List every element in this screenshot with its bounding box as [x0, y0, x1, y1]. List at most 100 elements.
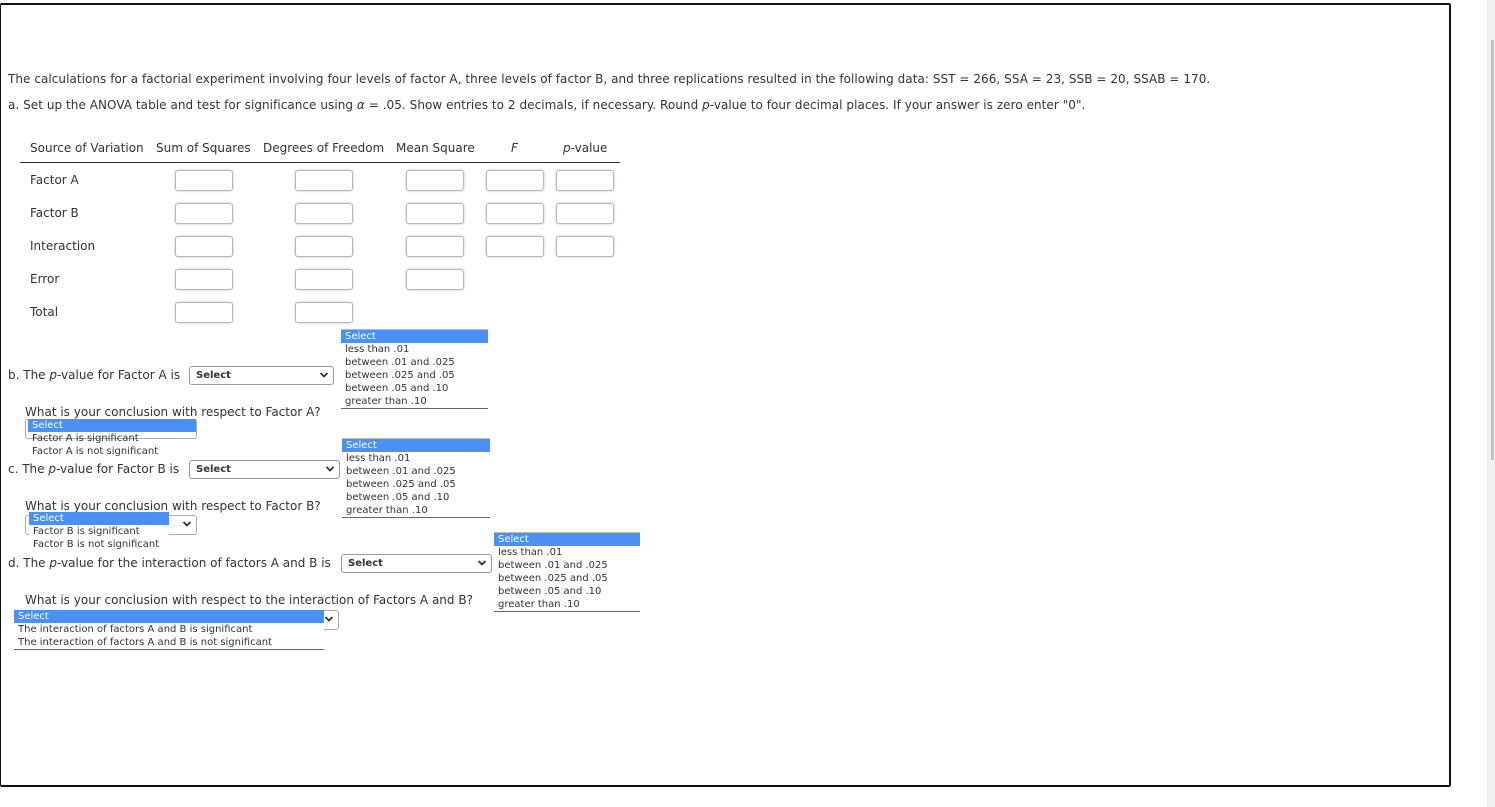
option-025-05[interactable]: between .025 and .05	[342, 478, 490, 491]
option-025-05[interactable]: between .025 and .05	[494, 572, 640, 585]
p-value-suffix: -value	[570, 141, 608, 155]
alpha-symbol: α	[356, 98, 365, 112]
option-01-025[interactable]: between .01 and .025	[342, 465, 490, 478]
part-b-pvalue-select[interactable]: Select	[189, 366, 334, 385]
part-b-conclusion-question: What is your conclusion with respect to …	[25, 405, 321, 419]
interaction-p-input[interactable]	[556, 236, 614, 257]
option-greater-than-10[interactable]: greater than .10	[494, 598, 640, 611]
total-df-input[interactable]	[295, 302, 353, 323]
part-c-pvalue-options: Select less than .01 between .01 and .02…	[342, 438, 490, 518]
option-interaction-not-significant[interactable]: The interaction of factors A and B is no…	[14, 636, 324, 649]
option-greater-than-10[interactable]: greater than .10	[341, 395, 488, 408]
part-b-question: b. The p-value for Factor A is	[8, 368, 180, 382]
row-label-error: Error	[30, 272, 60, 286]
header-source: Source of Variation	[30, 141, 144, 155]
p-symbol: p	[563, 141, 571, 155]
total-ss-input[interactable]	[175, 302, 233, 323]
error-ss-input[interactable]	[175, 269, 233, 290]
factor-a-ms-input[interactable]	[406, 170, 464, 191]
option-select[interactable]: Select	[341, 330, 488, 343]
option-less-than-01[interactable]: less than .01	[341, 343, 488, 356]
option-less-than-01[interactable]: less than .01	[342, 452, 490, 465]
factor-a-p-input[interactable]	[556, 170, 614, 191]
option-05-10[interactable]: between .05 and .10	[494, 585, 640, 598]
interaction-ss-input[interactable]	[175, 236, 233, 257]
part-d-conclusion-options: Select The interaction of factors A and …	[14, 610, 324, 650]
factor-b-ss-input[interactable]	[175, 203, 233, 224]
factor-a-ss-input[interactable]	[175, 170, 233, 191]
part-c-conclusion-question: What is your conclusion with respect to …	[25, 499, 321, 513]
option-interaction-significant[interactable]: The interaction of factors A and B is si…	[14, 623, 324, 636]
header-f: F	[511, 141, 518, 155]
row-label-total: Total	[30, 305, 59, 319]
chevron-down-icon	[182, 521, 192, 527]
part-c-suffix: -value for Factor B is	[55, 462, 180, 476]
question-frame	[0, 3, 1451, 787]
error-ms-input[interactable]	[406, 269, 464, 290]
chevron-down-icon	[324, 616, 334, 622]
selected-value: Select	[196, 370, 231, 381]
selected-value: Select	[196, 464, 231, 475]
error-df-input[interactable]	[295, 269, 353, 290]
option-01-025[interactable]: between .01 and .025	[341, 356, 488, 369]
part-d-pvalue-select[interactable]: Select	[341, 554, 492, 573]
header-p-value: p-value	[563, 141, 607, 155]
row-label-interaction: Interaction	[30, 239, 96, 253]
interaction-ms-input[interactable]	[406, 236, 464, 257]
factor-b-df-input[interactable]	[295, 203, 353, 224]
part-b-suffix: -value for Factor A is	[57, 368, 181, 382]
part-b-conclusion-options: Select Factor A is significant Factor A …	[28, 419, 196, 458]
option-05-10[interactable]: between .05 and .10	[341, 382, 488, 395]
part-c-conclusion-options: Select Factor B is significant Factor B …	[29, 512, 169, 551]
option-05-10[interactable]: between .05 and .10	[342, 491, 490, 504]
interaction-df-input[interactable]	[295, 236, 353, 257]
part-c-prefix: c. The	[8, 462, 49, 476]
factor-a-df-input[interactable]	[295, 170, 353, 191]
part-d-question: d. The p-value for the interaction of fa…	[8, 556, 331, 570]
option-select[interactable]: Select	[29, 512, 169, 525]
factor-a-f-input[interactable]	[486, 170, 544, 191]
header-degrees-of-freedom: Degrees of Freedom	[263, 141, 385, 155]
option-factor-b-not-significant[interactable]: Factor B is not significant	[29, 538, 169, 551]
option-less-than-01[interactable]: less than .01	[494, 546, 640, 559]
part-b-pvalue-options: Select less than .01 between .01 and .02…	[341, 329, 488, 409]
p-symbol: p	[49, 368, 58, 382]
problem-statement: The calculations for a factorial experim…	[8, 72, 1211, 86]
part-a-suffix: -value to four decimal places. If your a…	[709, 98, 1086, 112]
part-a-middle: = .05. Show entries to 2 decimals, if ne…	[364, 98, 703, 112]
part-a-instructions: a. Set up the ANOVA table and test for s…	[8, 98, 1085, 112]
part-a-prefix: a. Set up the ANOVA table and test for s…	[8, 98, 357, 112]
scrollbar-thumb[interactable]	[1491, 40, 1494, 460]
option-select[interactable]: Select	[14, 610, 324, 623]
part-d-conclusion-question: What is your conclusion with respect to …	[25, 593, 473, 607]
p-symbol: p	[49, 556, 58, 570]
option-factor-a-significant[interactable]: Factor A is significant	[28, 432, 196, 445]
row-label-factor-a: Factor A	[30, 173, 79, 187]
part-b-prefix: b. The	[8, 368, 50, 382]
chevron-down-icon	[325, 466, 335, 472]
factor-b-p-input[interactable]	[556, 203, 614, 224]
option-select[interactable]: Select	[28, 419, 196, 432]
row-label-factor-b: Factor B	[30, 206, 79, 220]
part-c-pvalue-select[interactable]: Select	[189, 460, 340, 479]
header-sum-of-squares: Sum of Squares	[156, 141, 251, 155]
option-025-05[interactable]: between .025 and .05	[341, 369, 488, 382]
factor-b-f-input[interactable]	[486, 203, 544, 224]
part-d-suffix: -value for the interaction of factors A …	[57, 556, 331, 570]
table-header-rule	[20, 162, 620, 163]
part-c-question: c. The p-value for Factor B is	[8, 462, 179, 476]
chevron-down-icon	[319, 372, 329, 378]
option-select[interactable]: Select	[494, 533, 640, 546]
option-01-025[interactable]: between .01 and .025	[494, 559, 640, 572]
interaction-f-input[interactable]	[486, 236, 544, 257]
selected-value: Select	[348, 558, 383, 569]
chevron-down-icon	[477, 560, 487, 566]
p-symbol: p	[702, 98, 710, 112]
option-greater-than-10[interactable]: greater than .10	[342, 504, 490, 517]
option-factor-a-not-significant[interactable]: Factor A is not significant	[28, 445, 196, 458]
part-d-pvalue-options: Select less than .01 between .01 and .02…	[494, 532, 640, 612]
option-select[interactable]: Select	[342, 439, 490, 452]
option-factor-b-significant[interactable]: Factor B is significant	[29, 525, 169, 538]
header-mean-square: Mean Square	[396, 141, 475, 155]
factor-b-ms-input[interactable]	[406, 203, 464, 224]
